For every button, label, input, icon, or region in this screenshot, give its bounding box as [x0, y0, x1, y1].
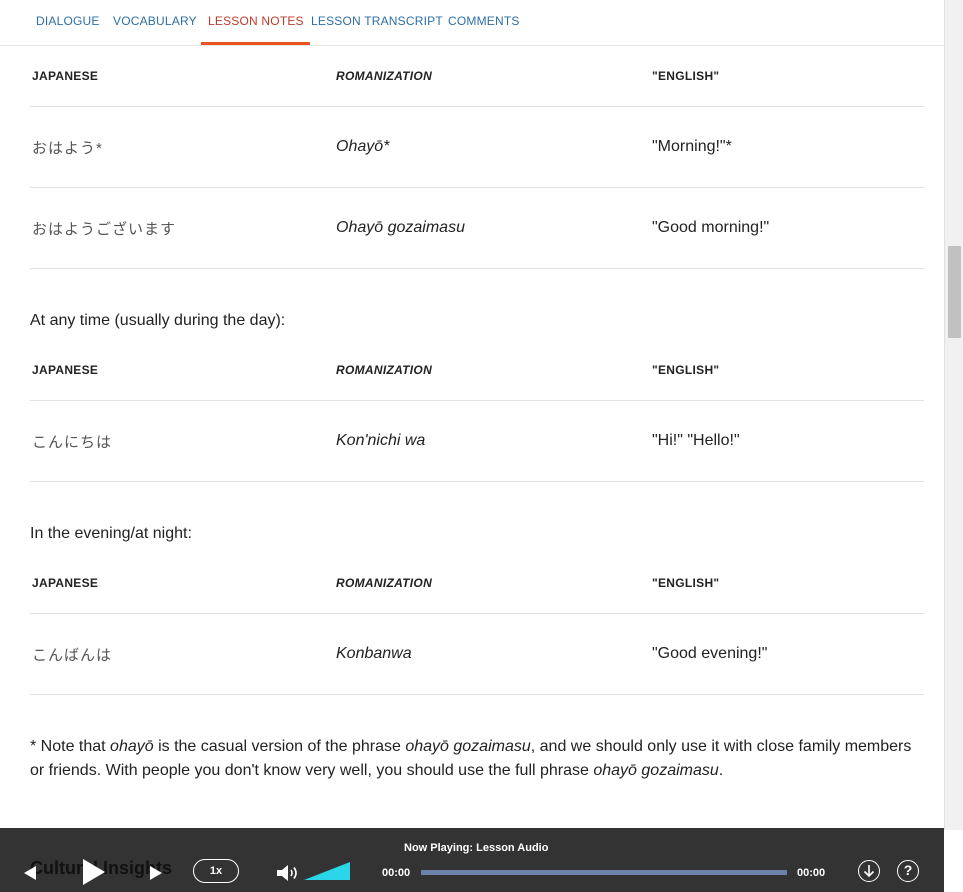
column-header-japanese: JAPANESE: [32, 69, 99, 83]
note-text: is the casual version of the phrase: [153, 738, 406, 755]
english-cell: "Morning!"*: [652, 138, 732, 155]
phrase-table-evening: JAPANESE ROMANIZATION "ENGLISH" こんばんは Ko…: [30, 553, 924, 695]
total-time: 00:00: [797, 867, 826, 879]
table-row: こんにちは Kon'nichi wa "Hi!" "Hello!": [30, 401, 924, 482]
table-header: JAPANESE ROMANIZATION "ENGLISH": [30, 46, 924, 107]
english-cell: "Good evening!": [652, 645, 768, 662]
column-header-english: "ENGLISH": [652, 576, 720, 590]
lesson-tabs: DIALOGUE VOCABULARY LESSON NOTES LESSON …: [0, 0, 944, 46]
volume-icon[interactable]: [277, 864, 299, 882]
tab-comments[interactable]: COMMENTS: [448, 0, 520, 45]
lesson-notes-content: JAPANESE ROMANIZATION "ENGLISH" おはよう* Oh…: [30, 46, 924, 783]
scrollbar-thumb[interactable]: [948, 246, 961, 338]
download-button[interactable]: [858, 860, 880, 882]
column-header-romanization: ROMANIZATION: [336, 576, 433, 590]
japanese-cell: おはようございます: [32, 220, 177, 238]
note-term: ohayō gozaimasu: [593, 762, 719, 779]
section-intro: In the evening/at night:: [30, 525, 192, 542]
table-row: こんばんは Konbanwa "Good evening!": [30, 614, 924, 695]
column-header-romanization: ROMANIZATION: [336, 363, 433, 377]
table-header: JAPANESE ROMANIZATION "ENGLISH": [30, 340, 924, 401]
column-header-english: "ENGLISH": [652, 363, 720, 377]
column-header-romanization: ROMANIZATION: [336, 69, 433, 83]
column-header-japanese: JAPANESE: [32, 363, 99, 377]
download-icon: [863, 865, 875, 878]
section-intro: At any time (usually during the day):: [30, 312, 286, 329]
romanization-cell: Kon'nichi wa: [336, 432, 426, 449]
phrase-table-day: JAPANESE ROMANIZATION "ENGLISH" こんにちは Ko…: [30, 340, 924, 482]
tab-dialogue[interactable]: DIALOGUE: [36, 0, 100, 45]
table-row: おはようございます Ohayō gozaimasu "Good morning!…: [30, 188, 924, 269]
note-text: * Note that: [30, 738, 111, 755]
volume-slider[interactable]: [304, 862, 350, 880]
current-time: 00:00: [382, 867, 411, 879]
japanese-cell: こんばんは: [32, 646, 113, 664]
play-icon[interactable]: [83, 859, 105, 885]
table-header: JAPANESE ROMANIZATION "ENGLISH": [30, 553, 924, 614]
tab-lesson-notes[interactable]: LESSON NOTES: [201, 0, 310, 45]
playback-speed-button[interactable]: 1x: [193, 859, 239, 883]
previous-icon[interactable]: [24, 866, 36, 880]
help-button[interactable]: ?: [897, 860, 919, 882]
now-playing-label: Now Playing: Lesson Audio: [404, 842, 549, 854]
japanese-cell: こんにちは: [32, 433, 113, 451]
column-header-english: "ENGLISH": [652, 69, 720, 83]
tab-lesson-transcript[interactable]: LESSON TRANSCRIPT: [311, 0, 443, 45]
progress-track[interactable]: [421, 870, 787, 875]
tab-vocabulary[interactable]: VOCABULARY: [113, 0, 197, 45]
next-icon[interactable]: [150, 866, 162, 880]
question-mark-icon: ?: [903, 862, 913, 878]
audio-player: Cultural Insights Now Playing: Lesson Au…: [0, 828, 944, 892]
table-row: おはよう* Ohayō* "Morning!"*: [30, 107, 924, 188]
romanization-cell: Ohayō*: [336, 138, 390, 155]
note-text: .: [718, 762, 724, 779]
vertical-scrollbar[interactable]: [944, 0, 963, 830]
romanization-cell: Konbanwa: [336, 645, 412, 662]
usage-note: * Note that ohayō is the casual version …: [30, 735, 924, 783]
english-cell: "Good morning!": [652, 219, 770, 236]
phrase-table-morning: JAPANESE ROMANIZATION "ENGLISH" おはよう* Oh…: [30, 46, 924, 269]
note-term: ohayō: [110, 738, 154, 755]
note-term: ohayō gozaimasu: [405, 738, 531, 755]
romanization-cell: Ohayō gozaimasu: [336, 219, 465, 236]
english-cell: "Hi!" "Hello!": [652, 432, 740, 449]
japanese-cell: おはよう*: [32, 139, 103, 157]
column-header-japanese: JAPANESE: [32, 576, 99, 590]
